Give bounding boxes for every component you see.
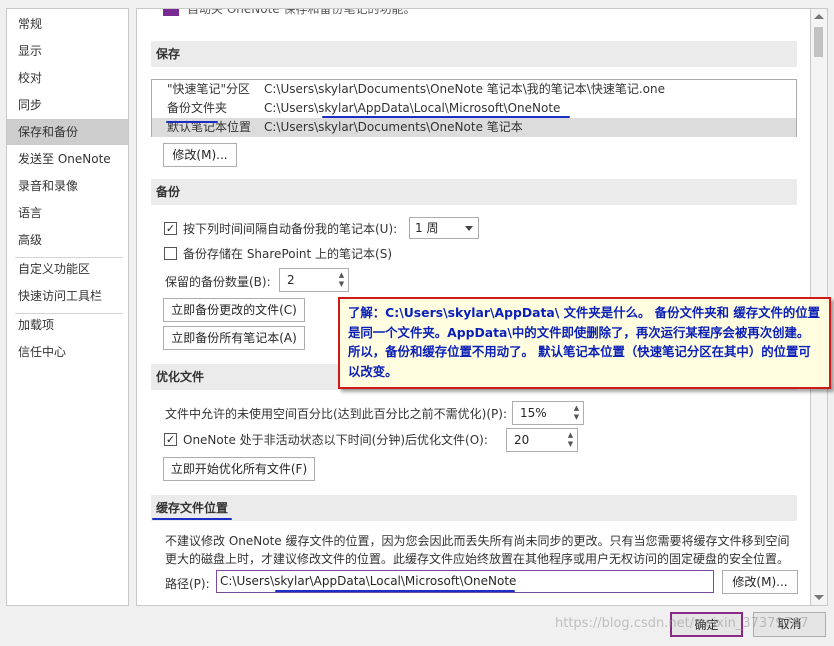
cache-modify-button[interactable]: 修改(M)...: [722, 570, 798, 594]
backup-interval-value: 1 周: [415, 221, 439, 235]
location-value: C:\Users\skylar\Documents\OneNote 笔记本\我的…: [264, 82, 665, 96]
sharepoint-backup-label: 备份存储在 SharePoint 上的笔记本(S): [183, 247, 393, 261]
sidebar-item-language[interactable]: 语言: [7, 200, 128, 226]
optimize-all-files-button[interactable]: 立即开始优化所有文件(F): [163, 457, 315, 481]
unused-space-value: 15%: [520, 406, 547, 420]
save-modify-button[interactable]: 修改(M)...: [163, 143, 237, 167]
list-item[interactable]: "快速笔记"分区 C:\Users\skylar\Documents\OneNo…: [152, 80, 796, 99]
sidebar-item-proofing[interactable]: 校对: [7, 65, 128, 91]
sidebar-item-advanced[interactable]: 高级: [7, 227, 128, 253]
location-key: 备份文件夹: [167, 101, 228, 115]
section-header-backup: 备份: [151, 179, 797, 205]
annotation-underline: [322, 116, 570, 118]
auto-backup-checkbox[interactable]: ✓: [164, 222, 177, 235]
stepper-arrows-icon[interactable]: ▲ ▼: [572, 404, 581, 422]
inactive-optimize-label: OneNote 处于非活动状态以下时间(分钟)后优化文件(O):: [183, 433, 488, 447]
inactive-minutes-value: 20: [514, 433, 530, 447]
annotation-underline: [152, 518, 232, 520]
sidebar-item-send-to-onenote[interactable]: 发送至 OneNote: [7, 146, 128, 172]
annotation-underline: [275, 590, 515, 592]
save-locations-list[interactable]: "快速笔记"分区 C:\Users\skylar\Documents\OneNo…: [151, 79, 797, 137]
watermark: https://blog.csdn.net/weixin_37379707: [555, 616, 809, 631]
location-value: C:\Users\skylar\Documents\OneNote 笔记本: [264, 120, 523, 134]
backup-all-notebooks-button[interactable]: 立即备份所有笔记本(A): [163, 326, 305, 350]
sidebar-item-save-backup[interactable]: 保存和备份: [7, 119, 128, 145]
scrollbar-thumb[interactable]: [814, 27, 823, 57]
inactive-minutes-stepper[interactable]: 20 ▲ ▼: [506, 428, 578, 452]
keep-count-value: 2: [287, 273, 295, 287]
annotation-underline: [166, 121, 218, 123]
cache-path-label: 路径(P):: [165, 577, 210, 591]
list-item[interactable]: 默认笔记本位置 C:\Users\skylar\Documents\OneNot…: [152, 118, 796, 137]
location-key: "快速笔记"分区: [167, 82, 251, 96]
cache-description-line1: 不建议修改 OneNote 缓存文件的位置，因为您会因此而丢失所有尚未同步的更改…: [165, 534, 790, 548]
sidebar-item-display[interactable]: 显示: [7, 38, 128, 64]
keep-count-label: 保留的备份数量(B):: [165, 275, 271, 289]
cache-description-line2: 更大的磁盘上时，才建议修改文件的位置。此缓存文件应始终放置在其他程序或用户无权访…: [165, 552, 790, 566]
onenote-app-icon: [163, 9, 179, 16]
sidebar-item-audio-video[interactable]: 录音和录像: [7, 173, 128, 199]
stepper-arrows-icon[interactable]: ▲ ▼: [566, 431, 575, 449]
keep-count-stepper[interactable]: 2 ▲ ▼: [279, 268, 349, 292]
annotation-callout: 了解：C:\Users\skylar\AppData\ 文件夹是什么。 备份文件…: [338, 297, 831, 389]
inactive-optimize-checkbox[interactable]: ✓: [164, 433, 177, 446]
sidebar-item-sync[interactable]: 同步: [7, 92, 128, 118]
chevron-down-icon: [465, 226, 473, 231]
sidebar-item-quick-access-toolbar[interactable]: 快速访问工具栏: [7, 283, 128, 309]
backup-changed-files-button[interactable]: 立即备份更改的文件(C): [163, 298, 305, 322]
sidebar-item-customize-ribbon[interactable]: 自定义功能区: [7, 256, 128, 282]
section-header-cache: 缓存文件位置: [151, 495, 797, 521]
scroll-up-icon[interactable]: [814, 14, 824, 19]
sidebar-item-trust-center[interactable]: 信任中心: [7, 339, 128, 365]
sharepoint-backup-checkbox[interactable]: [164, 247, 177, 260]
auto-backup-label: 按下列时间间隔自动备份我的笔记本(U):: [183, 222, 398, 236]
options-sidebar: 常规 显示 校对 同步 保存和备份 发送至 OneNote 录音和录像 语言 高…: [6, 8, 129, 606]
top-cut-text: 自动关 OneNote 保存和备份笔记的功能。: [187, 8, 416, 16]
scroll-down-icon[interactable]: [814, 595, 824, 600]
unused-space-label: 文件中允许的未使用空间百分比(达到此百分比之前不需优化)(P):: [165, 407, 508, 421]
section-header-save: 保存: [151, 41, 797, 67]
stepper-arrows-icon[interactable]: ▲ ▼: [337, 271, 346, 289]
backup-interval-select[interactable]: 1 周: [409, 217, 479, 239]
sidebar-item-general[interactable]: 常规: [7, 11, 128, 37]
sidebar-item-addins[interactable]: 加载项: [7, 312, 128, 338]
unused-space-stepper[interactable]: 15% ▲ ▼: [512, 401, 584, 425]
